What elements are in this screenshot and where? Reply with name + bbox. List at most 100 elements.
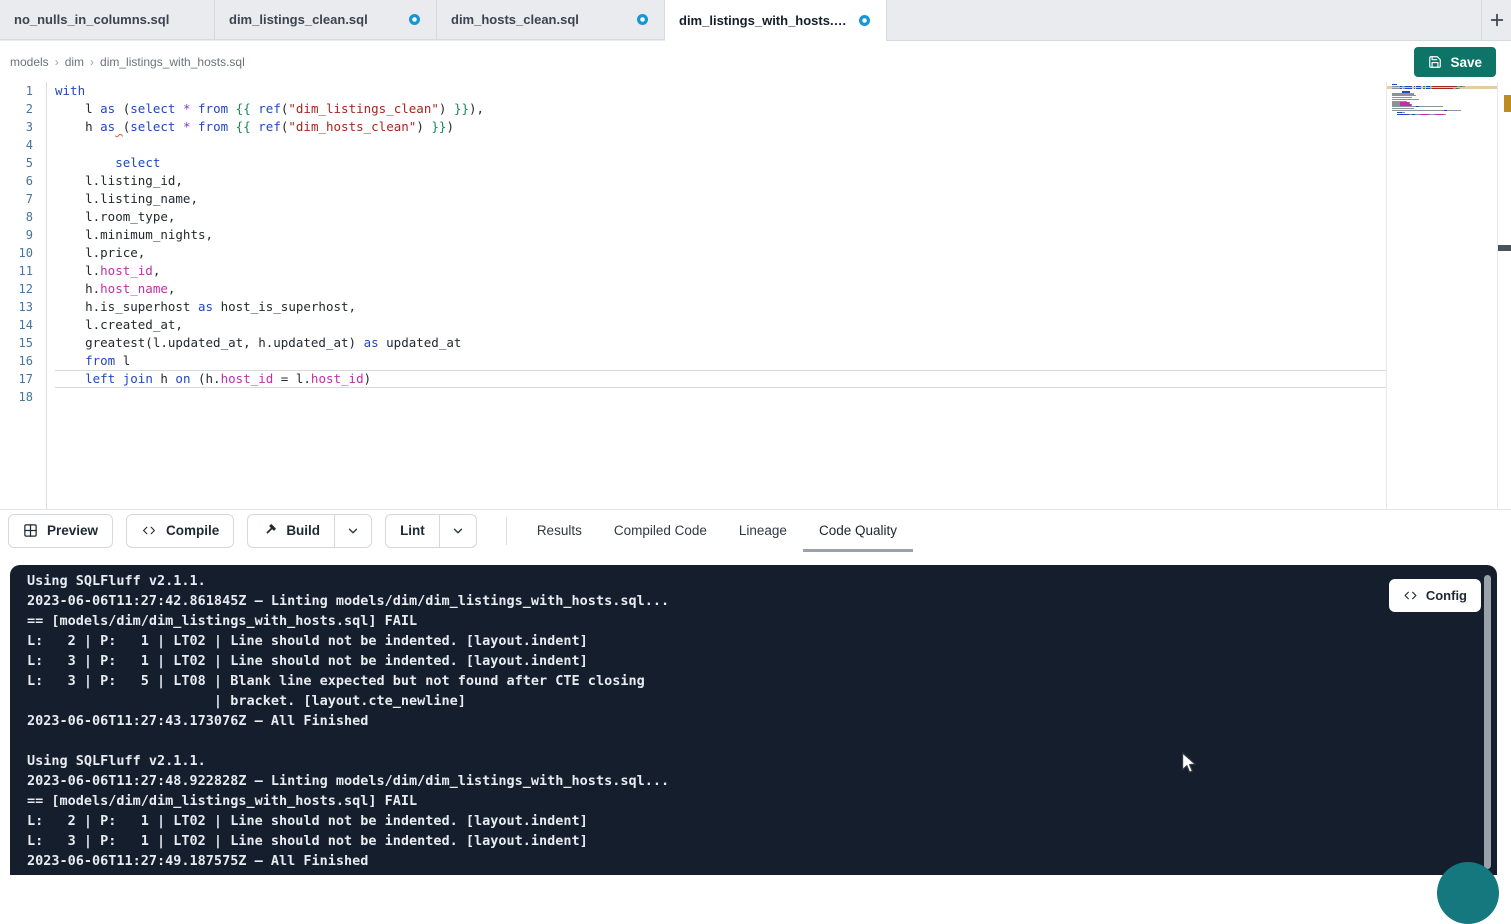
bottom-panel: Using SQLFluff v2.1.1. 2023-06-06T11:27:… [0, 565, 1511, 889]
lint-dropdown-button[interactable] [439, 515, 476, 547]
tab-results[interactable]: Results [521, 510, 598, 552]
tab-code-quality[interactable]: Code Quality [803, 510, 913, 552]
build-button[interactable]: Build [248, 515, 334, 547]
code-line[interactable]: l.room_type, [55, 208, 1386, 226]
new-tab-button[interactable] [1481, 0, 1511, 40]
lint-button-group: Lint [385, 514, 477, 548]
ruler-warning-mark [1504, 95, 1511, 112]
editor-overview-ruler [1497, 82, 1511, 509]
line-number: 8 [0, 208, 46, 226]
code-line[interactable]: l.listing_id, [55, 172, 1386, 190]
unsaved-indicator-icon [637, 14, 648, 25]
line-number: 11 [0, 262, 46, 280]
line-number: 13 [0, 298, 46, 316]
breadcrumb-separator-icon: › [55, 55, 59, 69]
editor-header: models › dim › dim_listings_with_hosts.sql S… [0, 41, 1511, 82]
breadcrumb-separator-icon: › [90, 55, 94, 69]
breadcrumb-item: dim [65, 55, 84, 69]
code-icon [141, 524, 157, 537]
panel-tabs: ResultsCompiled CodeLineageCode Quality [521, 510, 913, 552]
terminal-output-text: Using SQLFluff v2.1.1. 2023-06-06T11:27:… [27, 571, 669, 871]
tab-label: no_nulls_in_columns.sql [14, 12, 169, 27]
preview-button[interactable]: Preview [8, 514, 113, 548]
code-line[interactable] [55, 388, 1386, 406]
code-line[interactable]: h.is_superhost as host_is_superhost, [55, 298, 1386, 316]
line-number: 15 [0, 334, 46, 352]
line-number-gutter: 123456789101112131415161718 [0, 82, 47, 509]
line-number: 4 [0, 136, 46, 154]
plus-icon [1489, 12, 1505, 28]
compile-label: Compile [166, 523, 219, 538]
code-line[interactable]: h as (select * from {{ ref("dim_hosts_cl… [55, 118, 1386, 136]
code-editor[interactable]: 123456789101112131415161718 with l as (s… [0, 82, 1511, 509]
code-line[interactable]: greatest(l.updated_at, h.updated_at) as … [55, 334, 1386, 352]
line-number: 6 [0, 172, 46, 190]
line-number: 9 [0, 226, 46, 244]
editor-tab-dim_hosts_clean.sql[interactable]: dim_hosts_clean.sql [437, 0, 665, 40]
line-number: 17 [0, 370, 46, 388]
breadcrumb-item: models [10, 55, 49, 69]
build-label: Build [286, 523, 320, 538]
code-area[interactable]: with l as (select * from {{ ref("dim_lis… [48, 82, 1386, 509]
code-line[interactable]: with [55, 82, 1386, 100]
tab-lineage[interactable]: Lineage [723, 510, 803, 552]
line-number: 18 [0, 388, 46, 406]
code-line[interactable]: h.host_name, [55, 280, 1386, 298]
line-number: 12 [0, 280, 46, 298]
save-label: Save [1450, 55, 1482, 70]
tab-bar-filler [887, 0, 1511, 41]
line-number: 7 [0, 190, 46, 208]
build-dropdown-button[interactable] [334, 515, 371, 547]
tab-label: dim_hosts_clean.sql [451, 12, 579, 27]
code-line[interactable]: l.minimum_nights, [55, 226, 1386, 244]
editor-tab-dim_listings_clean.sql[interactable]: dim_listings_clean.sql [215, 0, 437, 40]
terminal-scrollbar[interactable] [1484, 575, 1491, 869]
save-icon [1428, 55, 1442, 69]
code-line[interactable]: l.listing_name, [55, 190, 1386, 208]
minimap-line [1392, 115, 1497, 117]
config-button[interactable]: Config [1389, 579, 1481, 612]
build-button-group: Build [247, 514, 372, 548]
code-line[interactable]: l.price, [55, 244, 1386, 262]
hammer-icon [262, 523, 277, 538]
code-line[interactable]: l.host_id, [55, 262, 1386, 280]
line-number: 16 [0, 352, 46, 370]
editor-tab-dim_listings_with_hosts.sql[interactable]: dim_listings_with_hosts.sql [665, 0, 887, 41]
code-icon [1403, 589, 1418, 602]
chevron-down-icon [346, 524, 360, 538]
breadcrumb: models › dim › dim_listings_with_hosts.sql [10, 55, 245, 69]
editor-tab-no_nulls_in_columns.sql[interactable]: no_nulls_in_columns.sql [0, 0, 215, 40]
action-toolbar: Preview Compile Build Lint ResultsCompiled … [0, 509, 1511, 551]
code-line[interactable]: left join h on (h.host_id = l.host_id) [55, 370, 1386, 388]
lint-label: Lint [400, 523, 425, 538]
ruler-scroll-mark [1498, 245, 1511, 251]
code-line[interactable] [55, 136, 1386, 154]
line-number: 10 [0, 244, 46, 262]
unsaved-indicator-icon [859, 15, 870, 26]
chevron-down-icon [451, 524, 465, 538]
tab-label: dim_listings_with_hosts.sql [679, 13, 849, 28]
code-line[interactable]: l.created_at, [55, 316, 1386, 334]
line-number: 1 [0, 82, 46, 100]
lint-output-terminal: Using SQLFluff v2.1.1. 2023-06-06T11:27:… [10, 565, 1497, 875]
tab-compiled-code[interactable]: Compiled Code [598, 510, 723, 552]
save-button[interactable]: Save [1414, 47, 1496, 77]
compile-button[interactable]: Compile [126, 514, 234, 548]
config-label: Config [1426, 588, 1467, 603]
line-number: 14 [0, 316, 46, 334]
line-number: 5 [0, 154, 46, 172]
code-line[interactable]: from l [55, 352, 1386, 370]
grid-icon [23, 523, 38, 538]
line-number: 2 [0, 100, 46, 118]
breadcrumb-item: dim_listings_with_hosts.sql [100, 55, 245, 69]
code-line[interactable]: select [55, 154, 1386, 172]
line-number: 3 [0, 118, 46, 136]
preview-label: Preview [47, 523, 98, 538]
tab-label: dim_listings_clean.sql [229, 12, 368, 27]
lint-button[interactable]: Lint [386, 515, 439, 547]
editor-minimap[interactable] [1386, 82, 1497, 509]
code-line[interactable]: l as (select * from {{ ref("dim_listings… [55, 100, 1386, 118]
unsaved-indicator-icon [409, 14, 420, 25]
help-chat-bubble[interactable] [1437, 862, 1499, 924]
editor-tab-bar: no_nulls_in_columns.sql dim_listings_clea… [0, 0, 1511, 41]
